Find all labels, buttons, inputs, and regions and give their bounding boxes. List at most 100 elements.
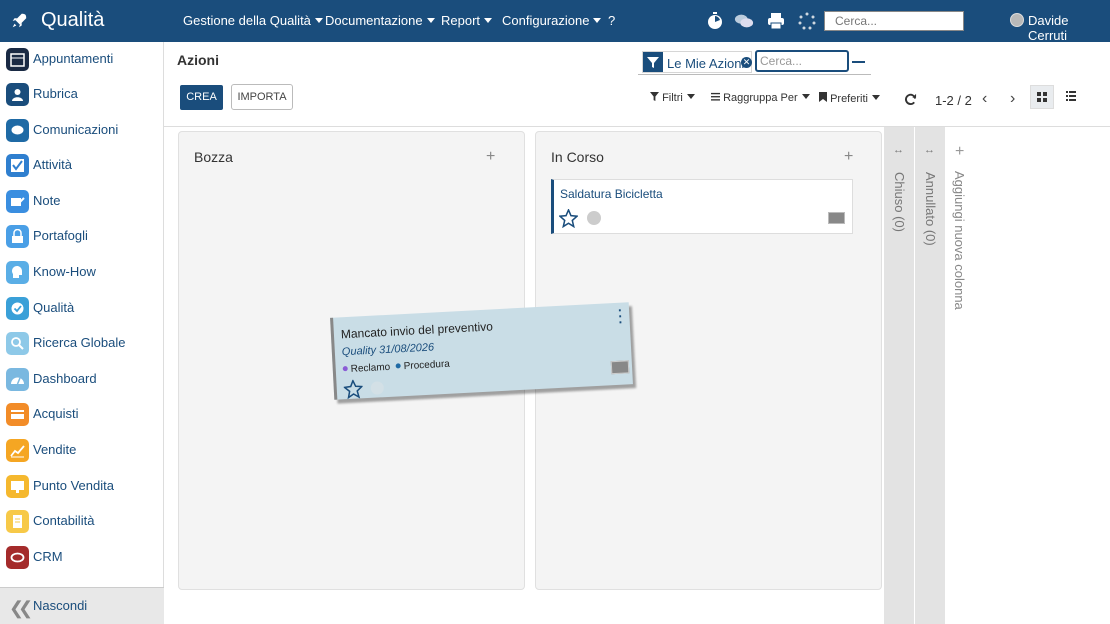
sidebar-item-punto-vendita[interactable]: Punto Vendita — [0, 472, 164, 502]
loading-spinner-icon — [798, 12, 816, 30]
pager-value[interactable]: 1-2 / 2 — [935, 93, 972, 108]
search-icon — [6, 332, 29, 355]
sidebar-item-vendite[interactable]: Vendite — [0, 436, 164, 466]
chat-icon[interactable] — [734, 12, 754, 30]
top-navbar: Qualità Gestione della Qualità Documenta… — [0, 0, 1110, 43]
collapse-search-icon[interactable] — [852, 61, 865, 63]
global-search-input[interactable]: Cerca... — [824, 11, 964, 31]
column-title: In Corso — [551, 149, 604, 165]
kanban-card[interactable]: Saldatura Bicicletta — [551, 179, 853, 234]
caret-down-icon — [686, 94, 695, 99]
plus-icon: + — [955, 143, 965, 160]
kanban-column-annullato[interactable]: ↔ Annullato (0) — [915, 127, 945, 624]
divider — [164, 126, 1110, 127]
pager-previous-icon[interactable]: ‹ — [982, 90, 987, 108]
caret-down-icon — [801, 94, 810, 99]
star-icon[interactable] — [559, 209, 578, 228]
sidebar-hide-button[interactable]: ❮❮ Nascondi — [0, 587, 164, 624]
trend-chart-icon — [6, 439, 29, 462]
note-icon — [6, 190, 29, 213]
sidebar-item-know-how[interactable]: Know-How — [0, 258, 164, 288]
kebab-menu-icon[interactable]: · · · — [618, 303, 624, 330]
gauge-icon — [6, 368, 29, 391]
sidebar-item-appuntamenti[interactable]: Appuntamenti — [0, 45, 164, 75]
menu-configurazione[interactable]: Configurazione — [502, 13, 602, 28]
expand-arrows-icon: ↔ — [924, 144, 935, 156]
app-brand[interactable]: Qualità — [41, 9, 104, 32]
sidebar-item-rubrica[interactable]: Rubrica — [0, 80, 164, 110]
caret-down-icon — [871, 95, 880, 100]
grid-icon — [1037, 92, 1047, 102]
chat-bubble-icon — [6, 119, 29, 142]
search-facet[interactable]: Le Mie Azioni ✕ — [642, 51, 752, 73]
calendar-icon — [6, 48, 29, 71]
caret-down-icon — [484, 18, 493, 23]
pager-next-icon[interactable]: › — [1010, 90, 1015, 108]
list-icon — [711, 92, 720, 101]
list-icon — [1066, 91, 1076, 101]
clock-icon[interactable] — [370, 381, 385, 395]
favorites-dropdown[interactable]: Preferiti — [819, 92, 880, 105]
column-title: Bozza — [194, 149, 233, 165]
sidebar-item-ricerca-globale[interactable]: Ricerca Globale — [0, 329, 164, 359]
kanban-view-button[interactable] — [1030, 85, 1054, 109]
menu-documentazione[interactable]: Documentazione — [325, 13, 435, 28]
groupby-dropdown[interactable]: Raggruppa Per — [711, 92, 810, 104]
contacts-icon — [6, 83, 29, 106]
checkbox-icon — [6, 154, 29, 177]
bookmark-icon — [819, 92, 827, 102]
sidebar-item-portafogli[interactable]: Portafogli — [0, 222, 164, 252]
rocket-icon[interactable] — [10, 12, 28, 30]
caret-down-icon — [593, 18, 602, 23]
handshake-icon — [6, 546, 29, 569]
menu-report[interactable]: Report — [441, 13, 493, 28]
print-icon[interactable] — [766, 12, 786, 30]
sidebar-item-note[interactable]: Note — [0, 187, 164, 217]
card-title: Mancato invio del preventivo — [340, 319, 494, 342]
add-card-icon[interactable]: + — [486, 148, 495, 166]
close-icon[interactable]: ✕ — [741, 57, 752, 68]
add-column[interactable]: + Aggiungi nuova colonna — [946, 131, 976, 391]
expand-arrows-icon: ↔ — [893, 144, 904, 156]
filters-dropdown[interactable]: Filtri — [650, 92, 695, 104]
clock-icon[interactable] — [587, 211, 601, 225]
help-button[interactable]: ? — [608, 13, 615, 28]
user-name[interactable]: Davide Cerruti — [1028, 13, 1110, 43]
tag-dot — [342, 366, 348, 372]
card-icon — [6, 403, 29, 426]
column-title: Annullato (0) — [923, 172, 938, 246]
list-view-button[interactable] — [1059, 85, 1083, 109]
card-title: Saldatura Bicicletta — [560, 187, 663, 201]
sidebar-item-attivita[interactable]: Attività — [0, 151, 164, 181]
caret-down-icon — [426, 18, 435, 23]
refresh-icon[interactable] — [904, 93, 917, 106]
sidebar-item-qualita[interactable]: Qualità — [0, 294, 164, 324]
app-sidebar: Appuntamenti Rubrica Comunicazioni Attiv… — [0, 42, 164, 624]
user-avatar — [610, 360, 630, 375]
user-avatar — [828, 212, 845, 224]
sidebar-item-acquisti[interactable]: Acquisti — [0, 400, 164, 430]
column-title: Chiuso (0) — [892, 172, 907, 232]
lock-icon — [6, 225, 29, 248]
dragging-card[interactable]: Mancato invio del preventivo Quality 31/… — [330, 302, 633, 400]
timer-icon[interactable] — [705, 12, 725, 30]
import-button[interactable]: IMPORTA — [231, 84, 293, 110]
double-chevron-left-icon: ❮❮ — [9, 598, 33, 618]
page-title: Azioni — [177, 52, 219, 68]
create-button[interactable]: CREA — [180, 85, 223, 110]
kanban-column-chiuso[interactable]: ↔ Chiuso (0) — [884, 127, 914, 624]
search-input[interactable]: Cerca... — [755, 50, 849, 72]
sidebar-item-comunicazioni[interactable]: Comunicazioni — [0, 116, 164, 146]
monitor-icon — [6, 475, 29, 498]
sidebar-item-crm[interactable]: CRM — [0, 543, 164, 573]
document-icon — [6, 510, 29, 533]
brain-icon — [6, 261, 29, 284]
sidebar-item-contabilita[interactable]: Contabilità — [0, 507, 164, 537]
add-card-icon[interactable]: + — [844, 148, 853, 166]
caret-down-icon — [314, 18, 323, 23]
star-icon[interactable] — [343, 379, 364, 400]
filter-icon — [650, 92, 659, 101]
menu-gestione-qualita[interactable]: Gestione della Qualità — [183, 13, 323, 28]
sidebar-item-dashboard[interactable]: Dashboard — [0, 365, 164, 395]
user-avatar[interactable] — [1010, 13, 1024, 27]
